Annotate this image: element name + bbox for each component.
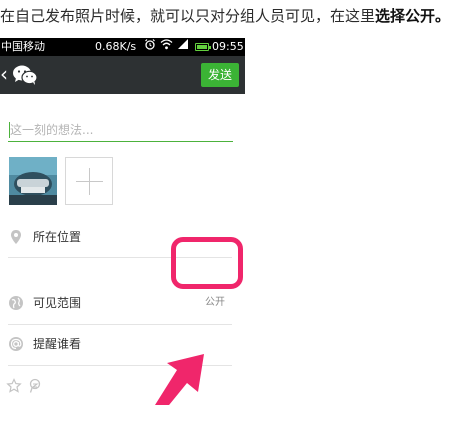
carrier-label: 中国移动 [1,40,45,53]
qzone-icon[interactable] [27,378,43,398]
signal-icon [177,38,189,56]
location-label: 所在位置 [33,230,82,244]
photo-thumbnail[interactable] [9,157,57,205]
pointer-arrow-icon [155,354,204,405]
thought-input[interactable] [8,118,233,142]
network-speed: 0.68K/s [95,40,137,53]
caption-text: 在自己发布照片时候，就可以只对分组人员可见，在这里 [0,7,376,25]
highlight-box [171,237,243,289]
visibility-label: 可见范围 [33,296,82,310]
wechat-icon [12,64,38,86]
location-pin-icon [8,229,24,245]
bottom-icons [6,378,46,396]
status-icons [144,38,196,56]
clock: 09:55 [212,40,244,53]
globe-icon [8,295,24,311]
nav-bar: ‹ 发送 [0,56,245,94]
page: 在自己发布照片时候，就可以只对分组人员可见，在这里选择公开。 中国移动 0.68… [0,0,471,443]
visibility-value: 公开 [205,297,225,308]
remind-label: 提醒谁看 [33,337,82,351]
star-icon[interactable] [6,378,22,398]
caption: 在自己发布照片时候，就可以只对分组人员可见，在这里选择公开。 [0,4,471,28]
caption-bold: 选择公开。 [375,7,451,25]
at-icon [8,336,24,352]
wifi-icon [160,38,173,56]
visibility-row[interactable]: 可见范围 公开 [0,284,232,324]
status-bar: 中国移动 0.68K/s 09:55 [0,38,245,56]
chevron-left-icon[interactable]: ‹ [0,62,8,86]
alarm-icon [144,38,156,56]
add-photo-button[interactable] [65,157,113,205]
battery-icon [195,43,211,51]
text-cursor [9,122,10,138]
send-button[interactable]: 发送 [201,63,239,87]
